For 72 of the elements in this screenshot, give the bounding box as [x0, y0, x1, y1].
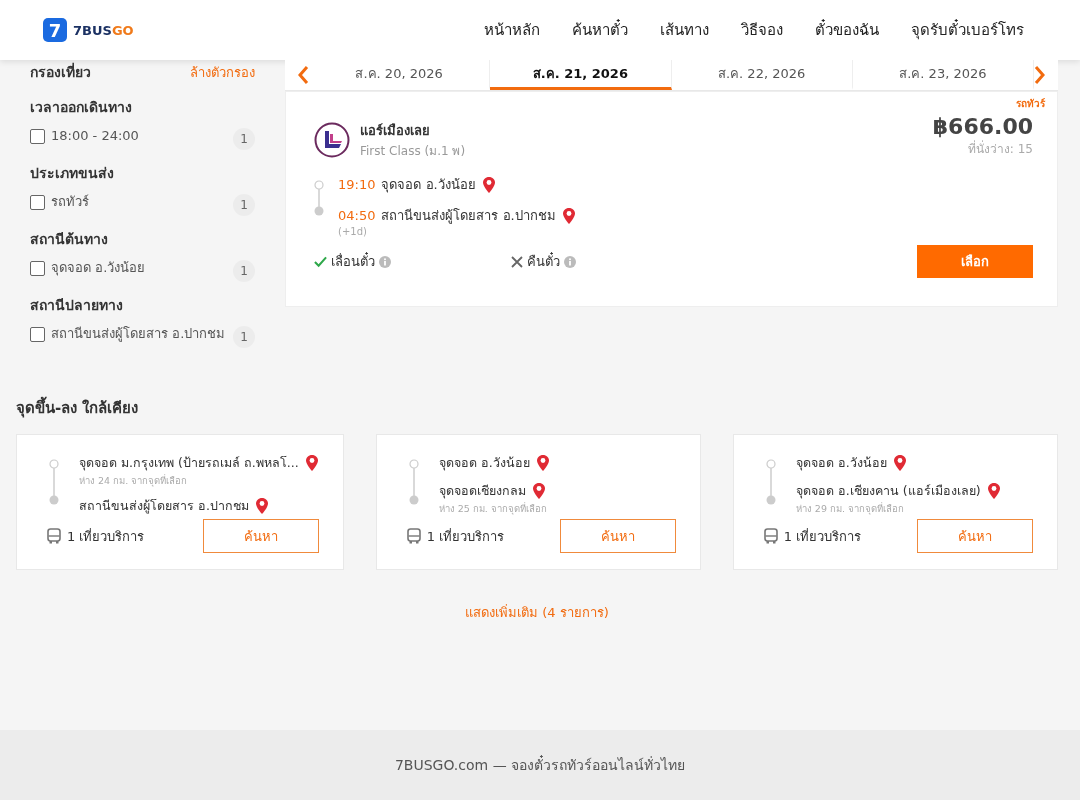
departure-time: 19:10 — [338, 177, 376, 192]
map-pin-icon[interactable] — [254, 497, 269, 515]
nav-link[interactable]: ตั๋วของฉัน — [815, 18, 879, 42]
nav-link[interactable]: ค้นหาตั๋ว — [572, 18, 628, 42]
stop-name: สถานีขนส่งผู้โดยสาร อ.ปากชม — [79, 497, 249, 516]
next-day-note: (+1d) — [338, 226, 368, 237]
count-badge: 1 — [233, 128, 255, 150]
trip-count: 1 เที่ยวบริการ — [67, 527, 145, 546]
stop-name: จุดจอด อ.วังน้อย — [795, 454, 887, 473]
map-pin-icon[interactable] — [481, 175, 496, 194]
nav-link[interactable]: หน้าหลัก — [484, 18, 540, 42]
bus-icon — [406, 528, 421, 544]
next-icon[interactable] — [1034, 65, 1046, 85]
stop-name: จุดจอดเชียงกลม — [438, 482, 526, 501]
map-pin-icon[interactable] — [561, 206, 576, 225]
trip-count: 1 เที่ยวบริการ — [426, 527, 505, 546]
checkbox[interactable] — [30, 129, 45, 144]
map-pin-icon[interactable] — [986, 482, 1001, 500]
filter-option-label[interactable]: รถทัวร์ — [51, 191, 227, 212]
stop-name: จุดจอด อ.วังน้อย — [438, 454, 530, 473]
stop-name: จุดจอด ม.กรุงเทพ (ป้ายรถเมล์ ถ.พหลโ... — [79, 454, 299, 473]
filter-group-title: ประเภทขนส่ง — [30, 164, 115, 183]
bus-icon — [47, 528, 61, 544]
checkbox[interactable] — [30, 327, 45, 342]
filter-option-label[interactable]: 18:00 - 24:00 — [51, 125, 227, 146]
footer-text: 7BUSGO.com — จองตั๋วรถทัวร์ออนไลน์ทั่วไทย — [394, 754, 686, 775]
distance-note: ห่าง 29 กม. จากจุดที่เลือก — [795, 501, 905, 516]
checkbox[interactable] — [30, 261, 45, 276]
bus-type-tag: รถทัวร์ — [1016, 96, 1045, 111]
filter-option-label[interactable]: สถานีขนส่งผู้โดยสาร อ.ปากชม — [51, 323, 227, 344]
policy-label: เลื่อนตั๋ว — [331, 251, 375, 271]
date-tab[interactable]: ส.ค. 20, 2026 — [309, 60, 491, 90]
nav-link[interactable]: จุดรับตั๋วเบอร์โทร — [911, 18, 1024, 42]
checkbox[interactable] — [30, 195, 45, 210]
operator-name: แอร์เมืองเลย — [360, 122, 431, 140]
logo-icon[interactable]: 7 — [43, 18, 67, 42]
seats-available: ที่นั่งว่าง: 15 — [966, 139, 1033, 158]
trip-count: 1 เที่ยวบริการ — [783, 527, 862, 546]
policy-label: คืนตั๋ว — [527, 251, 560, 271]
stop-name: จุดจอด อ.เชียงคาน (แอร์เมืองเลย) — [795, 482, 981, 501]
date-tab[interactable]: ส.ค. 22, 2026 — [671, 60, 853, 90]
filter-group-title: สถานีต้นทาง — [30, 230, 109, 249]
section-title: จุดขึ้น-ลง ใกล้เคียง — [16, 396, 1058, 420]
filter-group-title: เวลาออกเดินทาง — [30, 98, 133, 117]
operator-logo-icon — [314, 122, 350, 158]
nav-link[interactable]: วิธีจอง — [741, 18, 783, 42]
distance-note: ห่าง 25 กม. จากจุดที่เลือก — [438, 501, 548, 516]
nav-link[interactable]: เส้นทาง — [660, 18, 709, 42]
filter-group-title: สถานีปลายทาง — [30, 296, 124, 315]
price: ฿666.00 — [932, 114, 1033, 139]
count-badge: 1 — [233, 326, 255, 348]
route-line-icon — [49, 459, 59, 505]
count-badge: 1 — [233, 260, 255, 282]
filter-title: กรองเที่ยว — [30, 61, 91, 82]
arrival-time: 04:50 — [338, 208, 376, 223]
distance-note: ห่าง 24 กม. จากจุดที่เลือก — [79, 473, 189, 488]
map-pin-icon[interactable] — [531, 482, 546, 500]
bus-class: First Class (ม.1 พ) — [360, 143, 466, 160]
logo-text[interactable]: 7BUSGO — [73, 22, 134, 38]
map-pin-icon[interactable] — [892, 454, 907, 472]
count-badge: 1 — [233, 194, 255, 216]
departure-stop: จุดจอด อ.วังน้อย — [381, 176, 476, 195]
bus-icon — [763, 528, 778, 544]
map-pin-icon[interactable] — [304, 454, 319, 472]
date-tab[interactable]: ส.ค. 23, 2026 — [852, 60, 1034, 90]
filter-option-label[interactable]: จุดจอด อ.วังน้อย — [51, 257, 227, 278]
arrival-stop: สถานีขนส่งผู้โดยสาร อ.ปากชม — [381, 207, 556, 226]
route-line-icon — [408, 459, 419, 505]
map-pin-icon[interactable] — [535, 454, 550, 472]
previous-icon[interactable] — [297, 65, 309, 85]
route-line-icon — [314, 180, 324, 216]
route-line-icon — [765, 459, 776, 505]
